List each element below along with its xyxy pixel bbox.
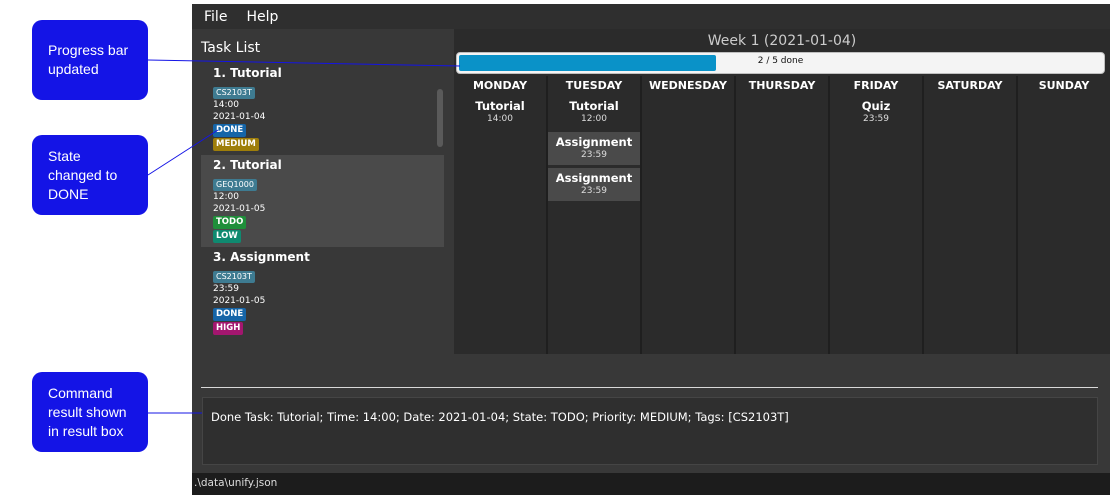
priority-badge: MEDIUM [213,138,259,151]
task-list-scrollbar[interactable] [437,89,443,147]
day-name: SUNDAY [1038,79,1090,92]
task-date: 2021-01-04 [213,112,266,122]
day-name: WEDNESDAY [649,79,727,92]
callout-result-text: Command result shown in result box [48,384,127,439]
module-tag: CS2103T [213,87,255,99]
day-column-friday: FRIDAY Quiz 23:59 [828,76,922,354]
week-days: MONDAY Tutorial 14:00 TUESDAY Tutorial 12:00 A… [454,76,1110,354]
menu-help[interactable]: Help [234,9,285,25]
week-task-title: Assignment [555,135,633,149]
day-column-thursday: THURSDAY [734,76,828,354]
callout-progress-text: Progress bar updated [48,42,129,77]
task-time: 12:00 [213,192,239,202]
task-date: 2021-01-05 [213,296,266,306]
day-name: MONDAY [472,79,528,92]
callout-state-text: State changed to DONE [48,147,118,202]
progress-label: 2 / 5 done [757,56,804,66]
week-panel: Week 1 (2021-01-04) 2 / 5 done MONDAY Tut… [454,29,1110,354]
task-title: 3. Assignment [213,250,310,264]
result-text: Done Task: Tutorial; Time: 14:00; Date: … [211,410,789,424]
task-time: 14:00 [213,100,239,110]
status-bar: .\data\unify.json [192,473,1110,495]
week-task-cell[interactable]: Quiz 23:59 [830,96,922,129]
menu-file[interactable]: File [192,9,234,25]
week-task-time: 23:59 [581,186,607,196]
task-list-panel: Task List 1. Tutorial CS2103T 14:00 2021-01… [192,29,454,354]
day-column-wednesday: WEDNESDAY [640,76,734,354]
module-tag: GEQ1000 [213,179,257,191]
priority-badge: HIGH [213,322,244,335]
task-title: 1. Tutorial [213,66,282,80]
week-task-time: 12:00 [581,114,607,124]
task-date: 2021-01-05 [213,204,266,214]
week-task-cell[interactable]: Tutorial 12:00 [548,96,640,129]
priority-badge: LOW [213,230,241,243]
status-path: .\data\unify.json [194,477,278,489]
day-name: SATURDAY [937,79,1003,92]
week-task-time: 23:59 [863,114,889,124]
week-task-title: Tutorial [569,99,619,113]
week-task-time: 14:00 [487,114,513,124]
task-time: 23:59 [213,284,239,294]
task-card[interactable]: 3. Assignment CS2103T 23:59 2021-01-05 DONE H… [201,247,444,339]
state-badge: DONE [213,308,247,321]
task-card[interactable]: 1. Tutorial CS2103T 14:00 2021-01-04 DONE MED… [201,63,444,155]
day-name: FRIDAY [853,79,899,92]
callout-result: Command result shown in result box [32,372,148,452]
task-list[interactable]: 1. Tutorial CS2103T 14:00 2021-01-04 DONE MED… [201,63,444,373]
week-task-cell[interactable]: Assignment 23:59 [548,132,640,165]
callout-state: State changed to DONE [32,135,148,215]
state-badge: TODO [213,216,247,229]
week-task-title: Assignment [555,171,633,185]
module-tag: CS2103T [213,271,255,283]
week-task-title: Quiz [861,99,891,113]
day-name: TUESDAY [565,79,623,92]
day-name: THURSDAY [748,79,816,92]
command-divider [201,387,1098,388]
day-column-sunday: SUNDAY [1016,76,1110,354]
week-title: Week 1 (2021-01-04) [707,33,857,49]
state-badge: DONE [213,124,247,137]
day-column-saturday: SATURDAY [922,76,1016,354]
task-card[interactable]: 2. Tutorial GEQ1000 12:00 2021-01-05 TODO LOW [201,155,444,247]
task-list-title: Task List [201,40,261,56]
progress-bar: 2 / 5 done [456,52,1105,74]
result-box: Done Task: Tutorial; Time: 14:00; Date: … [202,397,1098,465]
week-task-cell[interactable]: Assignment 23:59 [548,168,640,201]
menu-bar: File Help [192,4,1110,29]
task-title: 2. Tutorial [213,158,282,172]
day-column-monday: MONDAY Tutorial 14:00 [454,76,546,354]
week-task-time: 23:59 [581,150,607,160]
screenshot-stage: Progress bar updated State changed to DO… [0,0,1111,495]
callout-progress: Progress bar updated [32,20,148,100]
app-window: File Help Task List 1. Tutorial CS2103T 14… [192,4,1110,495]
week-task-cell[interactable]: Tutorial 14:00 [454,96,546,129]
week-task-title: Tutorial [475,99,525,113]
day-column-tuesday: TUESDAY Tutorial 12:00 Assignment 23:59 Assig… [546,76,640,354]
